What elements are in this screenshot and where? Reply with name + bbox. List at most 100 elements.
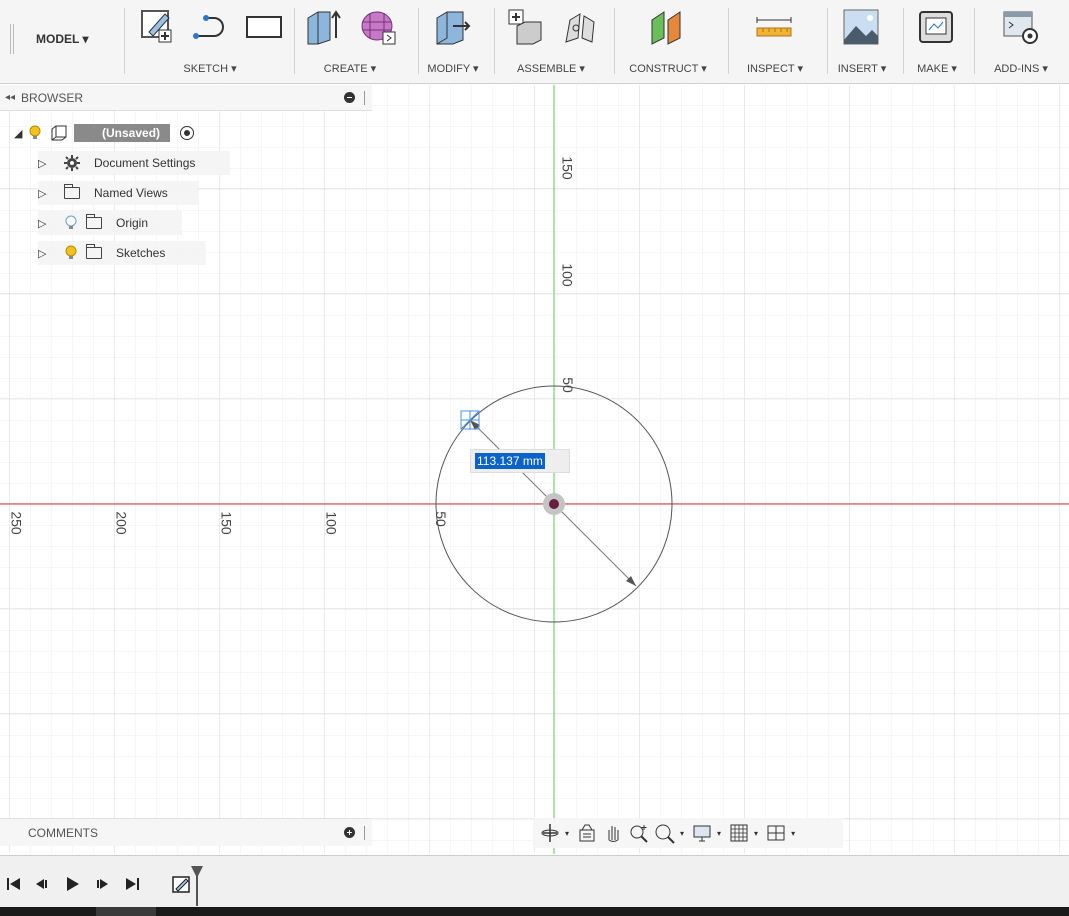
taskbar-tab[interactable] <box>96 907 156 916</box>
create-menu[interactable]: CREATE ▾ <box>324 62 376 75</box>
toolbar-divider <box>614 8 615 74</box>
timeline-sketch-feature-icon[interactable] <box>172 874 192 894</box>
expand-triangle-icon[interactable]: ▷ <box>38 157 52 170</box>
dimension-input[interactable]: 113.137 mm <box>470 449 570 473</box>
component-icon <box>51 125 67 141</box>
scripts-addins-icon[interactable] <box>1002 8 1040 46</box>
create-sketch-icon[interactable] <box>139 8 177 46</box>
modify-menu-label: MODIFY <box>427 63 470 75</box>
construct-menu[interactable]: CONSTRUCT ▾ <box>629 62 706 75</box>
activate-radio-icon[interactable] <box>180 126 195 140</box>
sketch-menu-label: SKETCH <box>183 63 229 75</box>
lightbulb-icon[interactable] <box>64 245 78 261</box>
sketch-menu[interactable]: SKETCH ▾ <box>183 62 236 75</box>
create-menu-label: CREATE <box>323 63 368 75</box>
grid-dropdown-icon[interactable]: ▾ <box>754 829 758 838</box>
make-menu-label: MAKE <box>917 63 949 75</box>
add-comment-icon[interactable] <box>344 827 355 838</box>
toolbar: MODEL ▾ SKETCH ▾ CREATE ▾ MODIFY ▾ ASSEM… <box>0 0 1069 84</box>
ruler-label: 150 <box>559 156 576 180</box>
extrude-icon[interactable] <box>304 8 342 46</box>
expand-triangle-icon[interactable]: ▷ <box>38 217 52 230</box>
play-icon[interactable] <box>62 874 82 894</box>
insert-image-icon[interactable] <box>842 8 880 46</box>
timeline <box>0 855 1069 907</box>
folder-icon <box>86 214 102 229</box>
zoom-dropdown-icon[interactable]: ▾ <box>680 829 684 838</box>
look-at-icon[interactable] <box>576 822 598 844</box>
go-to-end-icon[interactable] <box>122 874 142 894</box>
insert-menu-label: INSERT <box>837 63 878 75</box>
fit-icon[interactable] <box>654 822 676 844</box>
joint-icon[interactable] <box>560 8 598 46</box>
browser-item-label: Named Views <box>94 186 168 200</box>
orbit-dropdown-icon[interactable]: ▾ <box>565 829 569 838</box>
rectangle-icon[interactable] <box>245 8 283 46</box>
insert-menu[interactable]: INSERT ▾ <box>838 62 887 75</box>
orbit-icon[interactable] <box>539 822 561 844</box>
browser-root[interactable]: ◢ (Unsaved) <box>14 121 224 145</box>
root-component-label: (Unsaved) <box>74 124 171 142</box>
minimize-icon[interactable] <box>344 92 355 103</box>
zoom-icon[interactable] <box>628 822 650 844</box>
browser-item-named-views[interactable]: ▷ Named Views <box>38 181 198 205</box>
go-to-start-icon[interactable] <box>4 874 24 894</box>
press-pull-icon[interactable] <box>433 8 471 46</box>
make-menu[interactable]: MAKE ▾ <box>917 62 957 75</box>
inspect-menu[interactable]: INSPECT ▾ <box>747 62 803 75</box>
lightbulb-icon[interactable] <box>28 125 42 141</box>
viewports-dropdown-icon[interactable]: ▾ <box>791 829 795 838</box>
collapse-triangle-icon[interactable]: ◢ <box>14 127 28 140</box>
step-forward-icon[interactable] <box>92 874 112 894</box>
workspace-dropdown[interactable]: MODEL ▾ <box>36 32 88 46</box>
toolbar-divider <box>903 8 904 74</box>
comments-panel: COMMENTS <box>0 818 372 846</box>
collapse-icon[interactable]: ◂◂ <box>5 92 15 103</box>
browser-item-document-settings[interactable]: ▷ Document Settings <box>38 151 230 175</box>
toolbar-divider <box>418 8 419 74</box>
assemble-menu-label: ASSEMBLE <box>517 63 577 75</box>
measure-icon[interactable] <box>755 8 793 46</box>
viewports-icon[interactable] <box>765 822 787 844</box>
expand-triangle-icon[interactable]: ▷ <box>38 247 52 260</box>
display-dropdown-icon[interactable]: ▾ <box>717 829 721 838</box>
display-settings-icon[interactable] <box>691 822 713 844</box>
lightbulb-off-icon[interactable] <box>64 215 78 231</box>
assemble-menu[interactable]: ASSEMBLE ▾ <box>517 62 585 75</box>
ruler-label: 100 <box>323 511 340 535</box>
line-icon[interactable] <box>192 8 230 46</box>
pan-icon[interactable] <box>602 822 624 844</box>
toolbar-divider <box>827 8 828 74</box>
construct-menu-label: CONSTRUCT <box>629 63 699 75</box>
add-ins-menu-label: ADD-INS <box>994 63 1040 75</box>
panel-grip[interactable] <box>364 91 365 105</box>
ruler-label: 50 <box>559 377 576 393</box>
toolbar-grip[interactable] <box>10 24 14 54</box>
toolbar-divider <box>124 8 125 74</box>
timeline-marker-line <box>196 876 198 906</box>
browser-item-sketches[interactable]: ▷ Sketches <box>38 241 206 265</box>
offset-plane-icon[interactable] <box>648 8 686 46</box>
toolbar-divider <box>728 8 729 74</box>
ruler-label: 250 <box>8 511 25 535</box>
3d-print-icon[interactable] <box>917 8 955 46</box>
ruler-label: 200 <box>113 511 130 535</box>
folder-icon <box>64 184 80 199</box>
workspace-label: MODEL <box>36 32 80 46</box>
step-back-icon[interactable] <box>32 874 52 894</box>
toolbar-divider <box>974 8 975 74</box>
add-ins-menu[interactable]: ADD-INS ▾ <box>994 62 1048 75</box>
os-taskbar <box>0 907 1069 916</box>
gear-icon <box>64 155 80 171</box>
comments-title: COMMENTS <box>28 825 98 840</box>
form-icon[interactable] <box>359 8 397 46</box>
browser-title: BROWSER <box>21 90 84 105</box>
new-component-icon[interactable] <box>507 8 545 46</box>
inspect-menu-label: INSPECT <box>746 63 795 75</box>
center-point[interactable] <box>543 493 565 515</box>
grid-settings-icon[interactable] <box>728 822 750 844</box>
browser-item-origin[interactable]: ▷ Origin <box>38 211 182 235</box>
panel-grip[interactable] <box>364 826 365 840</box>
expand-triangle-icon[interactable]: ▷ <box>38 187 52 200</box>
modify-menu[interactable]: MODIFY ▾ <box>427 62 478 75</box>
